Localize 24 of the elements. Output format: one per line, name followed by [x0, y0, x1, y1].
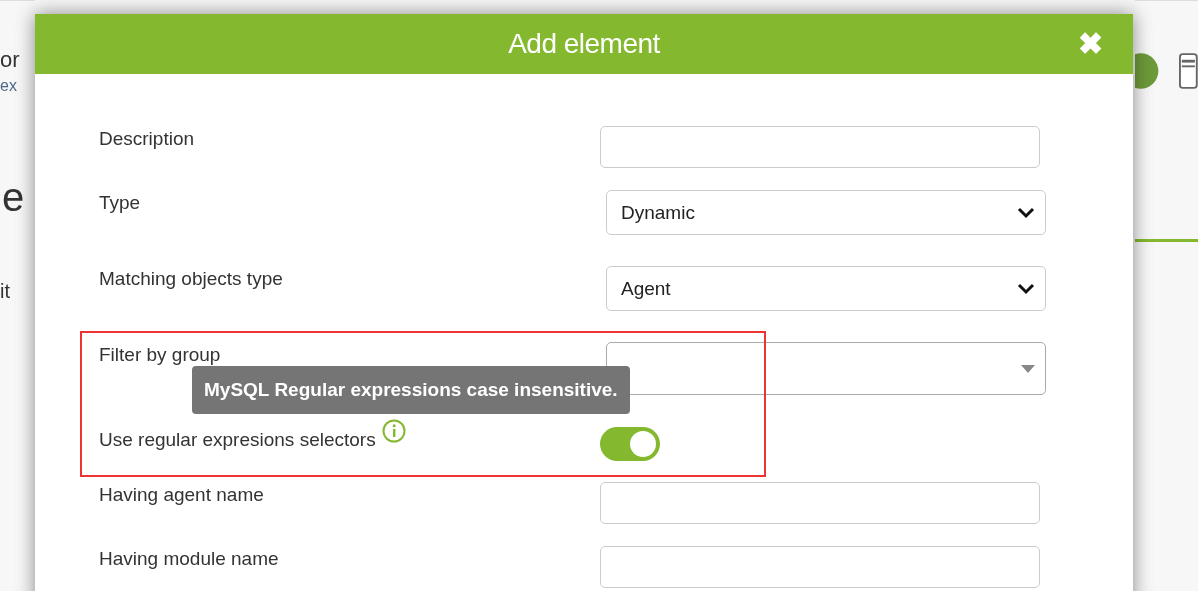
page-text: or: [0, 47, 21, 73]
text-field[interactable]: [600, 546, 1040, 588]
select-field[interactable]: Agent: [606, 266, 1046, 311]
link-text[interactable]: ex: [0, 77, 35, 95]
field-label: Matching objects type: [99, 268, 283, 290]
field-label: Description: [99, 128, 195, 150]
field-label: Having agent name: [99, 484, 264, 506]
text-field[interactable]: [600, 482, 1040, 524]
toggle-switch[interactable]: [600, 427, 660, 461]
page-text: it: [0, 280, 11, 303]
document-icon[interactable]: [1179, 51, 1198, 91]
text-field[interactable]: [600, 126, 1040, 168]
chevron-down-icon: [1017, 206, 1035, 219]
page-text: e: [2, 175, 26, 220]
field-label: Filter by group: [99, 344, 221, 366]
field-label: Having module name: [99, 548, 279, 570]
chevron-down-icon: [1017, 282, 1035, 295]
tooltip: MySQL Regular expressions case insensitive.: [192, 366, 630, 414]
dialog-title: Add element: [508, 28, 660, 60]
dropdown-triangle-icon: [1021, 364, 1035, 373]
select-field[interactable]: Dynamic: [606, 190, 1046, 235]
field-label: Type: [99, 192, 141, 214]
info-icon[interactable]: [381, 419, 406, 443]
field-label: Use regular expresions selectors: [99, 429, 376, 451]
